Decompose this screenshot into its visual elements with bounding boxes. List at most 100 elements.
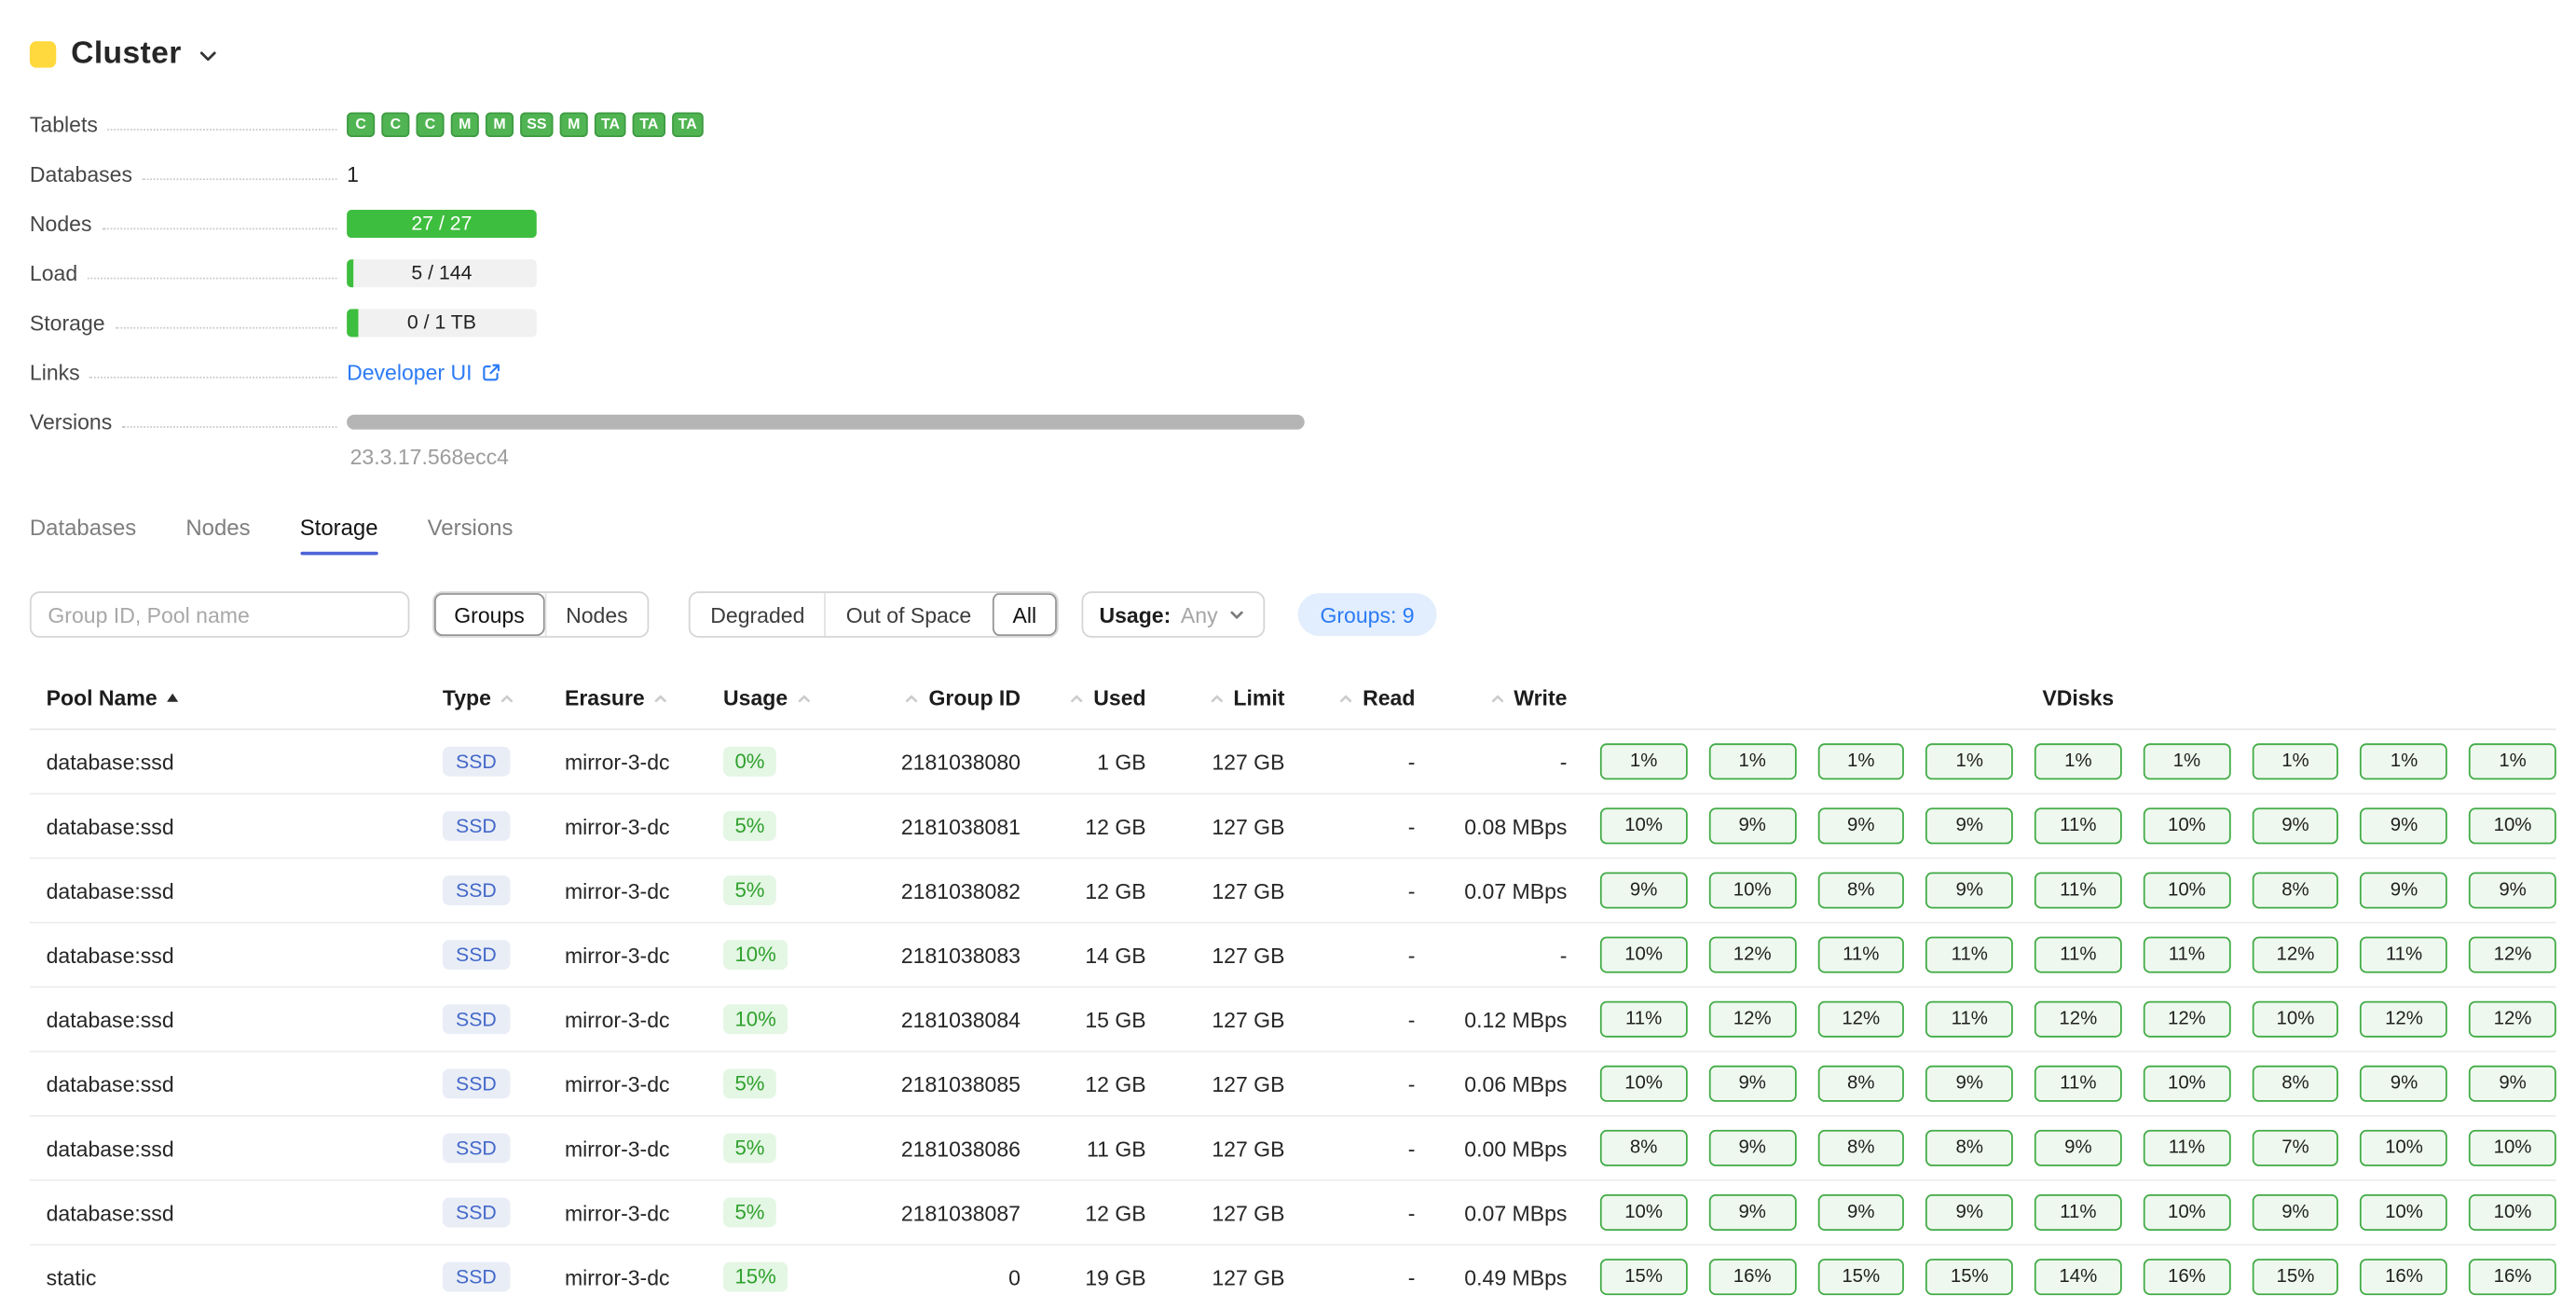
segment-degraded[interactable]: Degraded [691, 593, 825, 636]
vdisk-badge[interactable]: 9% [1817, 807, 1905, 844]
column-header-write[interactable]: Write [1415, 685, 1567, 710]
vdisk-badge[interactable]: 9% [1817, 1194, 1905, 1231]
vdisk-badge[interactable]: 16% [2361, 1259, 2448, 1295]
vdisk-badge[interactable]: 8% [1817, 873, 1905, 909]
tablet-badge[interactable]: TA [633, 112, 665, 137]
vdisk-badge[interactable]: 11% [2035, 937, 2122, 973]
vdisk-badge[interactable]: 10% [2252, 1001, 2339, 1038]
vdisk-badge[interactable]: 10% [1600, 1194, 1688, 1231]
vdisk-badge[interactable]: 1% [2144, 743, 2231, 779]
vdisk-badge[interactable]: 11% [1926, 1001, 2014, 1038]
vdisk-badge[interactable]: 16% [2144, 1259, 2231, 1295]
vdisk-badge[interactable]: 14% [2035, 1259, 2122, 1295]
vdisk-badge[interactable]: 11% [2035, 1066, 2122, 1102]
vdisk-badge[interactable]: 1% [1926, 743, 2014, 779]
vdisk-badge[interactable]: 10% [2361, 1130, 2448, 1166]
vdisk-badge[interactable]: 12% [2469, 1001, 2556, 1038]
vdisk-badge[interactable]: 12% [2252, 937, 2339, 973]
tablet-badge[interactable]: C [416, 112, 444, 137]
column-header-type[interactable]: Type [443, 685, 565, 710]
vdisk-badge[interactable]: 9% [1926, 1066, 2014, 1102]
vdisk-badge[interactable]: 7% [2252, 1130, 2339, 1166]
vdisk-badge[interactable]: 12% [2144, 1001, 2231, 1038]
tablet-badge[interactable]: TA [595, 112, 626, 137]
vdisk-badge[interactable]: 1% [1817, 743, 1905, 779]
vdisk-badge[interactable]: 10% [2361, 1194, 2448, 1231]
vdisk-badge[interactable]: 15% [2252, 1259, 2339, 1295]
tab-nodes[interactable]: Nodes [185, 516, 250, 556]
vdisk-badge[interactable]: 12% [1708, 937, 1796, 973]
vdisk-badge[interactable]: 1% [2035, 743, 2122, 779]
vdisk-badge[interactable]: 9% [1708, 1066, 1796, 1102]
vdisk-badge[interactable]: 1% [1600, 743, 1688, 779]
tab-versions[interactable]: Versions [428, 516, 514, 556]
vdisk-badge[interactable]: 12% [1817, 1001, 1905, 1038]
vdisk-badge[interactable]: 1% [1708, 743, 1796, 779]
tablet-badge[interactable]: M [560, 112, 588, 137]
tablet-badge[interactable]: TA [672, 112, 704, 137]
vdisk-badge[interactable]: 10% [1600, 807, 1688, 844]
vdisk-badge[interactable]: 9% [1708, 807, 1796, 844]
vdisk-badge[interactable]: 11% [2035, 873, 2122, 909]
tablet-badge[interactable]: C [381, 112, 409, 137]
vdisk-badge[interactable]: 9% [2361, 873, 2448, 909]
vdisk-badge[interactable]: 11% [2035, 1194, 2122, 1231]
vdisk-badge[interactable]: 16% [2469, 1259, 2556, 1295]
column-header-limit[interactable]: Limit [1146, 685, 1285, 710]
vdisk-badge[interactable]: 11% [1600, 1001, 1688, 1038]
vdisk-badge[interactable]: 11% [1926, 937, 2014, 973]
vdisk-badge[interactable]: 10% [2469, 1194, 2556, 1231]
vdisk-badge[interactable]: 11% [2144, 1130, 2231, 1166]
search-input[interactable] [30, 591, 410, 638]
column-header-usage[interactable]: Usage [723, 685, 839, 710]
chevron-down-icon[interactable] [197, 45, 220, 68]
segment-groups[interactable]: Groups [434, 593, 544, 636]
vdisk-badge[interactable]: 12% [1708, 1001, 1796, 1038]
vdisk-badge[interactable]: 15% [1926, 1259, 2014, 1295]
vdisk-badge[interactable]: 12% [2361, 1001, 2448, 1038]
vdisk-badge[interactable]: 12% [2469, 937, 2556, 973]
vdisk-badge[interactable]: 9% [2252, 1194, 2339, 1231]
segment-all[interactable]: All [991, 593, 1056, 636]
vdisk-badge[interactable]: 11% [1817, 937, 1905, 973]
vdisk-badge[interactable]: 1% [2469, 743, 2556, 779]
vdisk-badge[interactable]: 9% [1708, 1194, 1796, 1231]
vdisk-badge[interactable]: 10% [2144, 807, 2231, 844]
vdisk-badge[interactable]: 8% [1817, 1066, 1905, 1102]
usage-filter[interactable]: Usage: Any [1081, 591, 1266, 638]
vdisk-badge[interactable]: 10% [1600, 937, 1688, 973]
vdisk-badge[interactable]: 1% [2361, 743, 2448, 779]
vdisk-badge[interactable]: 8% [2252, 1066, 2339, 1102]
vdisk-badge[interactable]: 15% [1600, 1259, 1688, 1295]
vdisk-badge[interactable]: 10% [2144, 1194, 2231, 1231]
vdisk-badge[interactable]: 15% [1817, 1259, 1905, 1295]
vdisk-badge[interactable]: 12% [2035, 1001, 2122, 1038]
tab-storage[interactable]: Storage [300, 516, 378, 556]
vdisk-badge[interactable]: 9% [2035, 1130, 2122, 1166]
vdisk-badge[interactable]: 9% [2469, 1066, 2556, 1102]
column-header-pool[interactable]: Pool Name [30, 685, 443, 710]
column-header-read[interactable]: Read [1284, 685, 1415, 710]
vdisk-badge[interactable]: 9% [1926, 1194, 2014, 1231]
vdisk-badge[interactable]: 10% [2469, 807, 2556, 844]
segment-out-of-space[interactable]: Out of Space [825, 593, 992, 636]
vdisk-badge[interactable]: 8% [1817, 1130, 1905, 1166]
column-header-used[interactable]: Used [1021, 685, 1146, 710]
developer-ui-link[interactable]: Developer UI [347, 359, 501, 384]
tablet-badge[interactable]: C [347, 112, 375, 137]
vdisk-badge[interactable]: 8% [1600, 1130, 1688, 1166]
vdisk-badge[interactable]: 10% [2469, 1130, 2556, 1166]
tab-databases[interactable]: Databases [30, 516, 136, 556]
vdisk-badge[interactable]: 11% [2361, 937, 2448, 973]
vdisk-badge[interactable]: 9% [2252, 807, 2339, 844]
vdisk-badge[interactable]: 9% [2361, 807, 2448, 844]
vdisk-badge[interactable]: 11% [2035, 807, 2122, 844]
vdisk-badge[interactable]: 10% [2144, 873, 2231, 909]
vdisk-badge[interactable]: 9% [2469, 873, 2556, 909]
vdisk-badge[interactable]: 10% [1600, 1066, 1688, 1102]
vdisk-badge[interactable]: 8% [1926, 1130, 2014, 1166]
vdisk-badge[interactable]: 9% [1926, 873, 2014, 909]
tablet-badge[interactable]: SS [520, 112, 553, 137]
tablet-badge[interactable]: M [451, 112, 479, 137]
vdisk-badge[interactable]: 11% [2144, 937, 2231, 973]
